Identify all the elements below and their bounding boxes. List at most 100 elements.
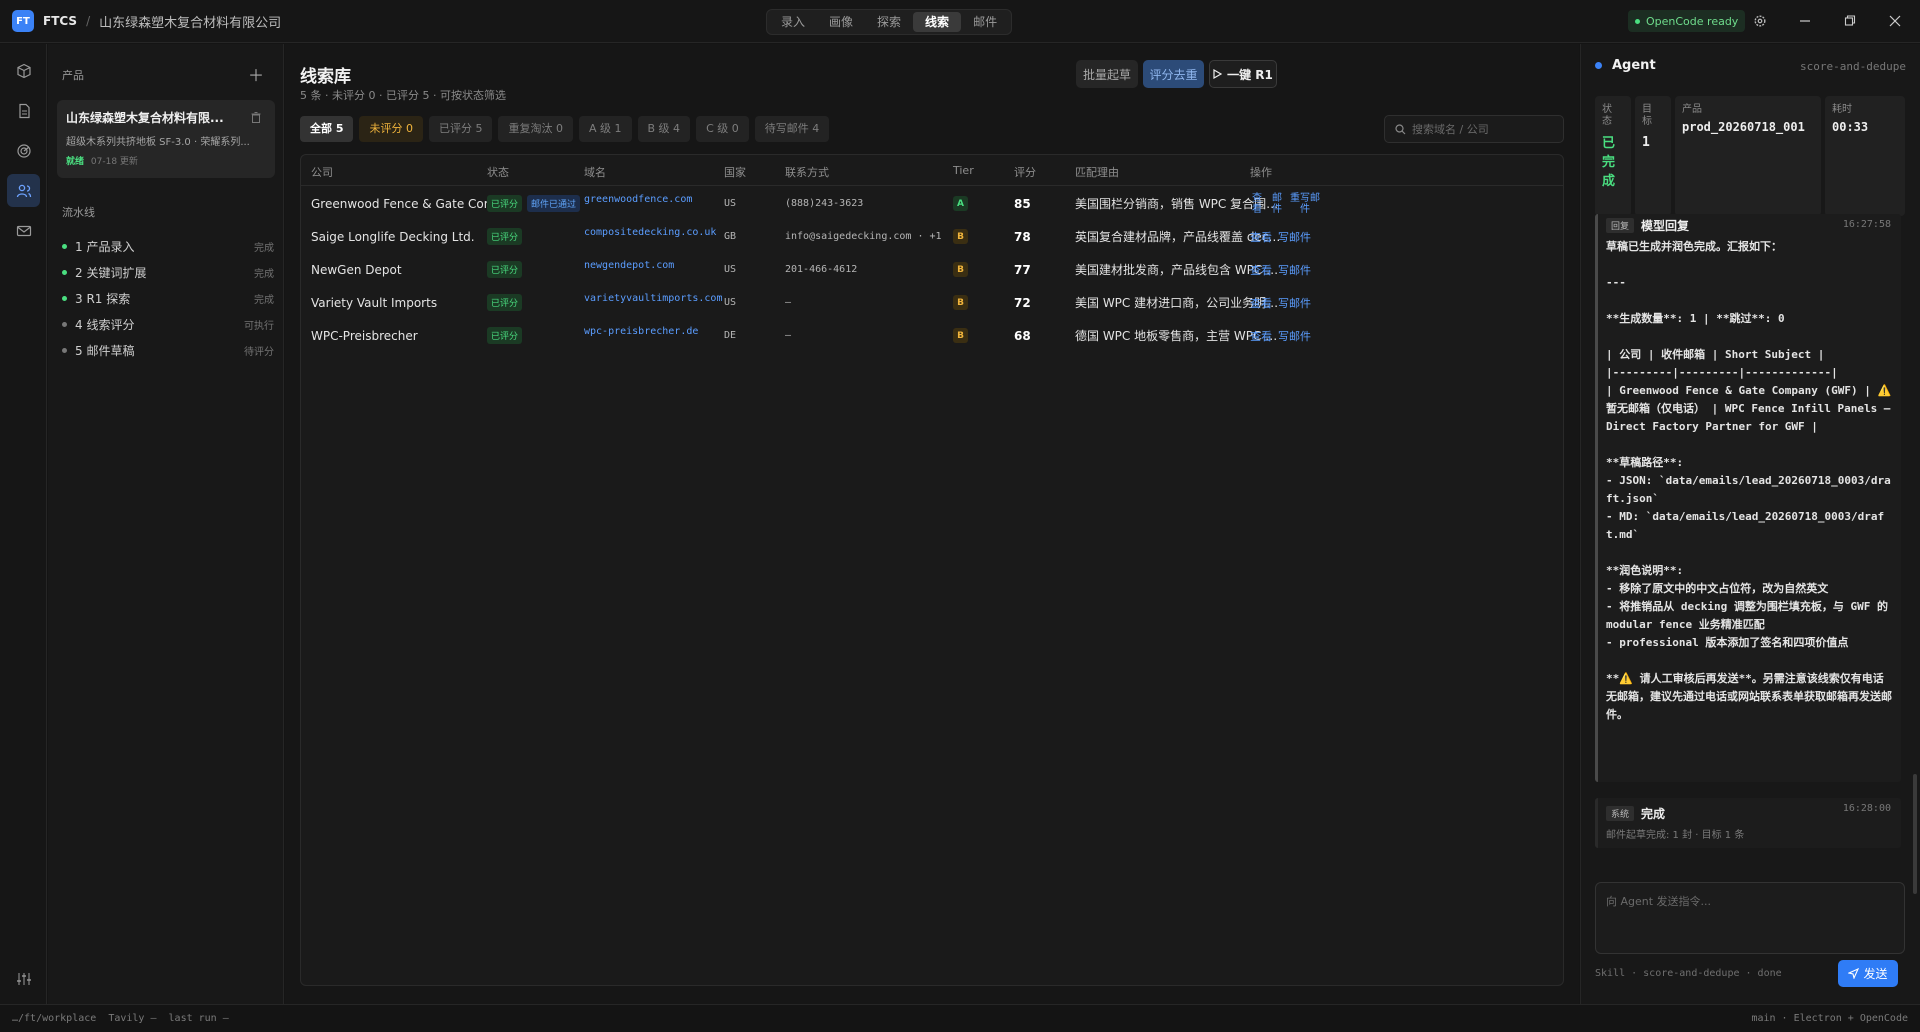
pipeline-item-status: 完成 bbox=[254, 268, 274, 280]
sliders-icon[interactable] bbox=[7, 962, 40, 995]
filter-scored[interactable]: 已评分 5 bbox=[428, 116, 493, 142]
tab-profile[interactable]: 画像 bbox=[817, 12, 865, 32]
stat-status-key: 状 态 bbox=[1602, 104, 1612, 127]
agent-status-dot bbox=[1595, 62, 1602, 69]
write-email-link[interactable]: 写邮件 bbox=[1278, 229, 1311, 245]
radar-icon[interactable] bbox=[7, 134, 40, 167]
message-time: 16:27:58 bbox=[1842, 219, 1891, 230]
close-icon[interactable] bbox=[1885, 10, 1905, 32]
search-input[interactable] bbox=[1412, 122, 1552, 136]
agent-command-input[interactable] bbox=[1606, 893, 1894, 943]
minimize-icon[interactable] bbox=[1795, 10, 1815, 32]
filter-all[interactable]: 全部 5 bbox=[300, 116, 354, 142]
pipeline-item[interactable]: 1 产品录入 完成 bbox=[62, 237, 274, 255]
col-actions: 操作 bbox=[1250, 166, 1272, 179]
table-row[interactable]: NewGen Depot 已评分 newgendepot.com US 201-466-… bbox=[301, 253, 1563, 286]
lead-domain-link[interactable]: compositedecking.co.uk bbox=[584, 227, 716, 238]
product-meta: 就绪 07-18 更新 bbox=[66, 154, 266, 167]
run-r1-button[interactable]: 一键 R1 bbox=[1209, 60, 1277, 88]
lead-contact: — bbox=[785, 297, 792, 308]
title-bar: FT FTCS / 山东绿森塑木复合材料有限公司 录入 画像 探索 线索 邮件 … bbox=[0, 0, 1920, 43]
filter-duplicate[interactable]: 重复淘汰 0 bbox=[498, 116, 573, 142]
restore-icon[interactable] bbox=[1840, 10, 1860, 32]
view-link[interactable]: 查看 bbox=[1250, 328, 1272, 344]
pipeline-item-status: 可执行 bbox=[244, 320, 274, 332]
message-body: 草稿已生成并润色完成。汇报如下： --- **生成数量**: 1 | **跳过*… bbox=[1606, 240, 1892, 721]
pipeline-heading: 流水线 bbox=[62, 206, 95, 219]
write-email-link[interactable]: 写邮件 bbox=[1278, 328, 1311, 344]
lead-score: 72 bbox=[1014, 295, 1031, 310]
filter-tier-b[interactable]: B 级 4 bbox=[637, 116, 691, 142]
trash-icon[interactable] bbox=[251, 112, 261, 126]
write-email-link[interactable]: 写邮件 bbox=[1278, 295, 1311, 311]
page-subtitle: 5 条 · 未评分 0 · 已评分 5 · 可按状态筛选 bbox=[300, 89, 506, 102]
rewrite-email-link[interactable]: 重写邮件 bbox=[1290, 193, 1320, 215]
tab-leads[interactable]: 线索 bbox=[913, 12, 962, 32]
score-dedupe-button[interactable]: 评分去重 bbox=[1143, 60, 1204, 88]
view-link[interactable]: 查看 bbox=[1250, 229, 1272, 245]
lead-score: 77 bbox=[1014, 262, 1031, 277]
pipeline-item[interactable]: 2 关键词扩展 完成 bbox=[62, 263, 274, 281]
breadcrumb-separator: / bbox=[86, 14, 91, 28]
tab-explore[interactable]: 探索 bbox=[865, 12, 913, 32]
batch-draft-button[interactable]: 批量起草 bbox=[1076, 60, 1138, 88]
product-sidebar: 产品 ＋ 山东绿森塑木复合材料有限... 超级木系列共挤地板 SF-3.0 · … bbox=[48, 44, 284, 1004]
message-title: 完成 bbox=[1641, 806, 1666, 821]
email-link[interactable]: 邮件 bbox=[1270, 193, 1284, 215]
filter-tier-c[interactable]: C 级 0 bbox=[696, 116, 749, 142]
agent-log-scrollbar[interactable] bbox=[1913, 774, 1917, 894]
icon-rail bbox=[0, 44, 47, 1004]
write-email-link[interactable]: 写邮件 bbox=[1278, 262, 1311, 278]
lead-domain-link[interactable]: wpc-preisbrecher.de bbox=[584, 326, 698, 337]
send-label: 发送 bbox=[1863, 967, 1888, 981]
lead-contact: 201-466-4612 bbox=[785, 264, 858, 275]
mail-icon[interactable] bbox=[7, 214, 40, 247]
lead-domain-link[interactable]: newgendepot.com bbox=[584, 260, 674, 271]
stat-elapsed-value: 00:33 bbox=[1832, 120, 1869, 134]
run-r1-label: 一键 R1 bbox=[1227, 67, 1273, 82]
agent-footer: Skill · score-and-dedupe · done bbox=[1595, 968, 1782, 979]
stat-status-value: 已 完 成 bbox=[1602, 136, 1616, 189]
box-icon[interactable] bbox=[7, 54, 40, 87]
view-link[interactable]: 查看 bbox=[1250, 262, 1272, 278]
lead-domain-link[interactable]: varietyvaultimports.com bbox=[584, 293, 722, 304]
users-icon[interactable] bbox=[7, 174, 40, 207]
lead-domain-link[interactable]: greenwoodfence.com bbox=[584, 194, 692, 205]
tier-badge: B bbox=[953, 262, 968, 277]
message-time: 16:28:00 bbox=[1842, 803, 1891, 814]
pipeline-item-status: 完成 bbox=[254, 294, 274, 306]
tab-input[interactable]: 录入 bbox=[769, 12, 817, 32]
agent-stats: 状 态 已 完 成 目 标 1 产品 prod_20260718_001 耗时 … bbox=[1595, 96, 1905, 216]
send-button[interactable]: 发送 bbox=[1838, 960, 1898, 987]
filter-to-email[interactable]: 待写邮件 4 bbox=[754, 116, 830, 142]
table-header: 公司 状态 域名 国家 联系方式 Tier 评分 匹配理由 操作 bbox=[301, 155, 1563, 186]
product-status: 就绪 bbox=[66, 157, 85, 167]
filter-unscored[interactable]: 未评分 0 bbox=[359, 116, 423, 142]
agent-title: Agent bbox=[1595, 58, 1656, 73]
view-link[interactable]: 查看 bbox=[1250, 295, 1272, 311]
status-text: OpenCode ready bbox=[1646, 14, 1739, 28]
lead-country: US bbox=[724, 264, 737, 275]
statusbar-left: …/ft/workplace Tavily — last run — bbox=[12, 1013, 229, 1024]
lead-score: 78 bbox=[1014, 229, 1031, 244]
view-link[interactable]: 查看 bbox=[1250, 193, 1264, 215]
table-row[interactable]: Greenwood Fence & Gate Company (...已评分邮件… bbox=[301, 187, 1563, 220]
stat-product-value: prod_20260718_001 bbox=[1682, 120, 1805, 134]
pipeline-item[interactable]: 3 R1 探索 完成 bbox=[62, 289, 274, 307]
product-card[interactable]: 山东绿森塑木复合材料有限... 超级木系列共挤地板 SF-3.0 · 荣耀系列.… bbox=[57, 100, 275, 178]
table-row[interactable]: Saige Longlife Decking Ltd. 已评分 composited… bbox=[301, 220, 1563, 253]
agent-log[interactable]: 回复 模型回复 16:27:58 草稿已生成并润色完成。汇报如下： --- **… bbox=[1595, 214, 1905, 849]
filter-tier-a[interactable]: A 级 1 bbox=[578, 116, 632, 142]
gear-icon[interactable] bbox=[1750, 10, 1770, 32]
leads-main: 线索库 5 条 · 未评分 0 · 已评分 5 · 可按状态筛选 批量起草 评分… bbox=[285, 44, 1579, 1004]
document-icon[interactable] bbox=[7, 94, 40, 127]
message-title: 模型回复 bbox=[1641, 218, 1690, 233]
table-row[interactable]: Variety Vault Imports 已评分 varietyvaultimpo… bbox=[301, 286, 1563, 319]
pipeline-item[interactable]: 5 邮件草稿 待评分 bbox=[62, 341, 274, 359]
table-row[interactable]: WPC-Preisbrecher 已评分 wpc-preisbrecher.de DE… bbox=[301, 319, 1563, 352]
add-product-icon[interactable]: ＋ bbox=[248, 62, 264, 86]
tab-email[interactable]: 邮件 bbox=[961, 12, 1009, 32]
pipeline-item[interactable]: 4 线索评分 可执行 bbox=[62, 315, 274, 333]
col-reason: 匹配理由 bbox=[1075, 166, 1119, 179]
message-model-reply: 回复 模型回复 16:27:58 草稿已生成并润色完成。汇报如下： --- **… bbox=[1595, 214, 1901, 782]
